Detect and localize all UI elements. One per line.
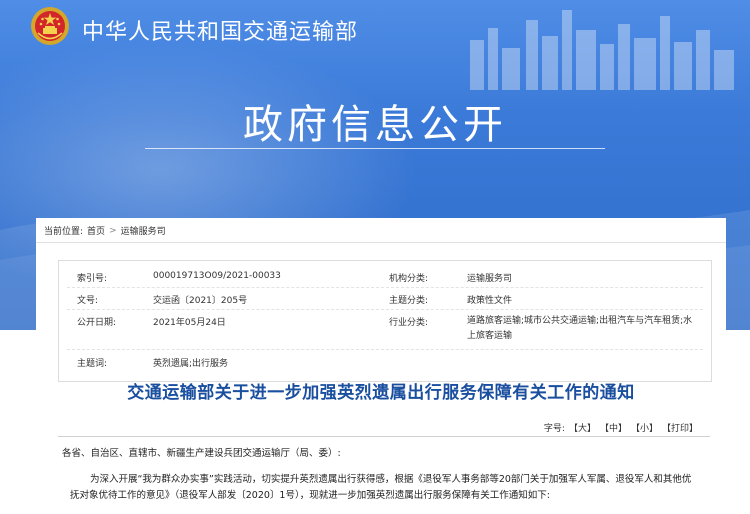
page-headline: 政府信息公开 (243, 102, 507, 148)
font-size-medium-button[interactable]: 【中】 (600, 421, 627, 434)
metadata-value: 政策性文件 (467, 296, 513, 306)
metadata-row: 主题词: 英烈遗属;出行服务 (67, 351, 703, 373)
font-size-small-button[interactable]: 【小】 (631, 421, 658, 434)
metadata-row: 索引号: 000019713O09/2021-00033 机构分类: 运输服务司 (67, 267, 703, 288)
font-size-large-button[interactable]: 【大】 (569, 421, 596, 434)
metadata-key: 公开日期: (77, 318, 117, 328)
title-divider (58, 436, 710, 437)
ministry-name[interactable]: 中华人民共和国交通运输部 (82, 14, 358, 46)
breadcrumb-divider (36, 242, 726, 243)
metadata-key: 索引号: (77, 274, 108, 284)
metadata-row: 文号: 交运函〔2021〕205号 主题分类: 政策性文件 (67, 289, 703, 310)
document-salutation: 各省、自治区、直辖市、新疆生产建设兵团交通运输厅（局、委）: (62, 448, 341, 459)
headline-underline (145, 148, 605, 149)
national-emblem-icon (31, 7, 69, 45)
print-button[interactable]: 【打印】 (662, 421, 698, 434)
metadata-key: 文号: (77, 296, 99, 306)
breadcrumb-item-home[interactable]: 首页 (87, 224, 105, 237)
metadata-value: 000019713O09/2021-00033 (153, 271, 281, 281)
font-size-controls: 字号: 【大】 【中】 【小】 【打印】 (544, 421, 698, 434)
metadata-key: 机构分类: (389, 274, 429, 284)
document-title: 交通运输部关于进一步加强英烈遗属出行服务保障有关工作的通知 (127, 383, 635, 403)
metadata-value: 道路旅客运输;城市公共交通运输;出租汽车与汽车租赁;水上旅客运输 (467, 316, 693, 341)
metadata-value: 英烈遗属;出行服务 (153, 359, 229, 369)
metadata-key: 主题词: (77, 359, 108, 369)
city-skyline-graphic (470, 10, 734, 90)
metadata-value: 交运函〔2021〕205号 (153, 296, 248, 306)
document-metadata-table: 索引号: 000019713O09/2021-00033 机构分类: 运输服务司… (58, 260, 712, 382)
content-card: 当前位置: 首页 > 运输服务司 索引号: 000019713O09/2021-… (36, 218, 726, 514)
breadcrumb-separator: > (109, 225, 117, 236)
metadata-value: 运输服务司 (467, 274, 513, 284)
breadcrumb-item-transport-service[interactable]: 运输服务司 (121, 224, 166, 237)
metadata-key: 行业分类: (389, 318, 429, 328)
breadcrumb-prefix: 当前位置: (44, 227, 84, 237)
metadata-key: 主题分类: (389, 296, 429, 306)
breadcrumb: 当前位置: 首页 > 运输服务司 (44, 224, 166, 238)
document-paragraph: 为深入开展“我为群众办实事”实践活动，切实提升英烈遗属出行获得感，根据《退役军人… (70, 474, 692, 501)
font-size-label: 字号: (543, 424, 565, 434)
metadata-value: 2021年05月24日 (153, 318, 226, 328)
metadata-row: 公开日期: 2021年05月24日 行业分类: 道路旅客运输;城市公共交通运输;… (67, 311, 703, 350)
